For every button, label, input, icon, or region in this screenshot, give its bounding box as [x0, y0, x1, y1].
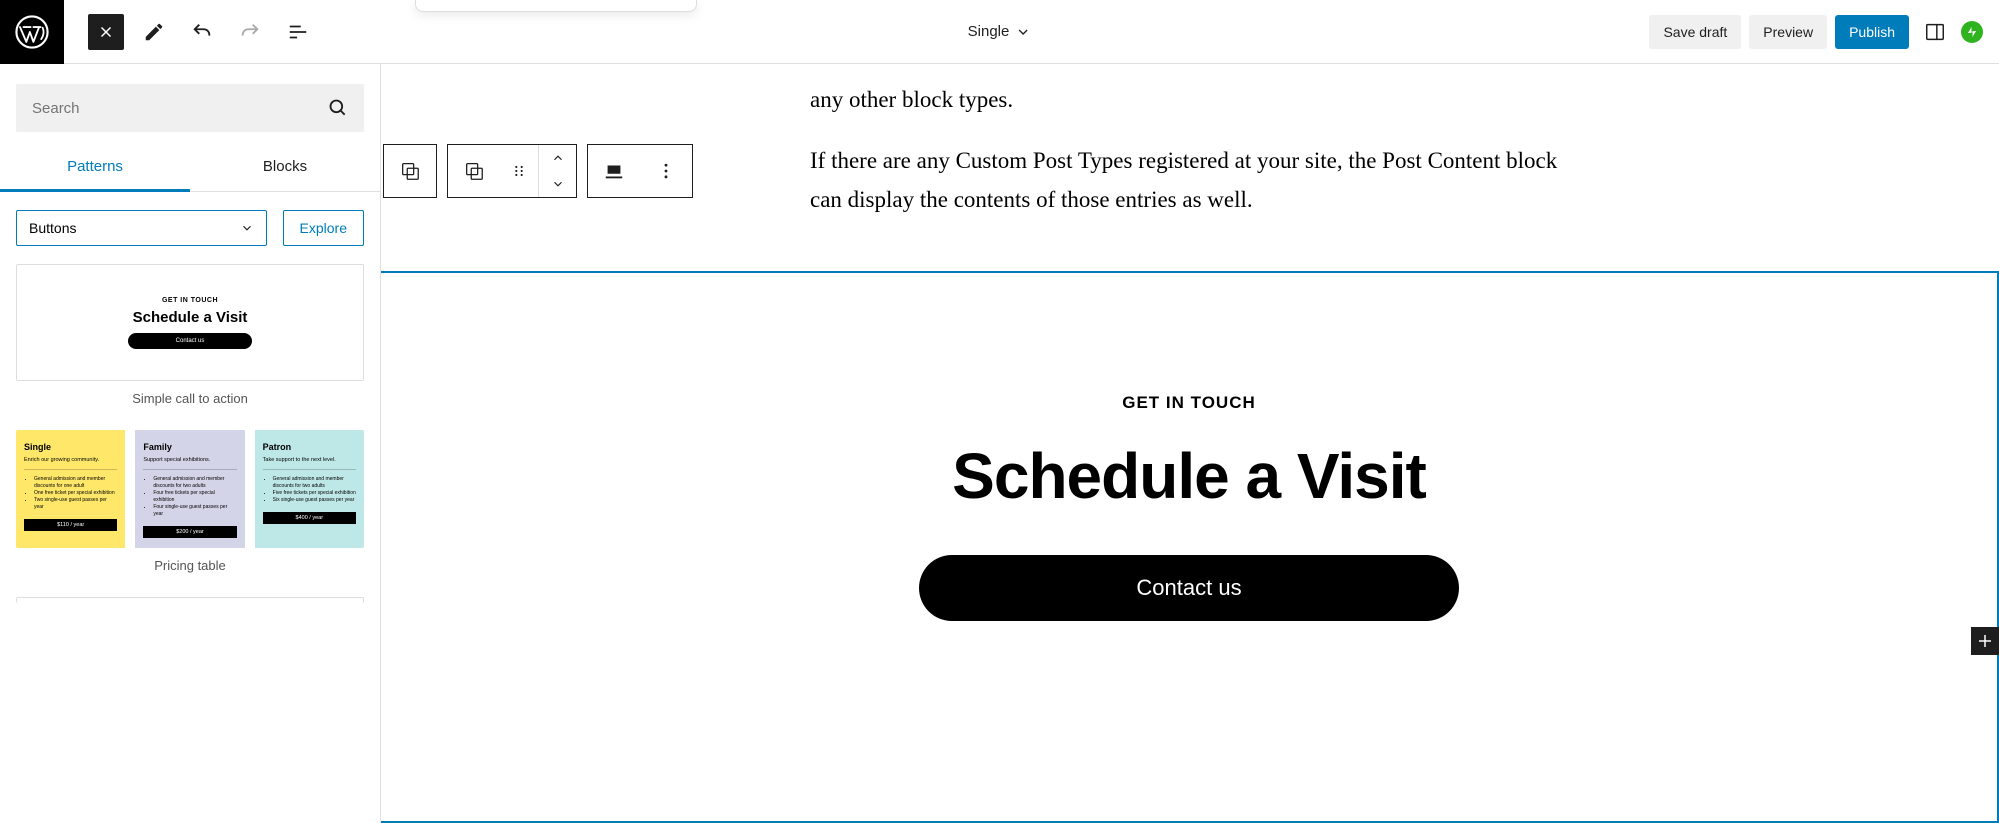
align-button[interactable]	[588, 145, 640, 197]
editor-canvas[interactable]: any other block types. If there are any …	[381, 64, 1999, 823]
toolbar-left	[64, 14, 340, 50]
explore-patterns-button[interactable]: Explore	[283, 210, 364, 246]
feature: General admission and member discounts f…	[273, 476, 356, 490]
selected-group-block[interactable]: GET IN TOUCH Schedule a Visit Contact us	[381, 271, 1999, 823]
preview-button[interactable]: Preview	[1749, 15, 1827, 49]
col-sub: Support special exhibitions.	[143, 457, 236, 463]
publish-button[interactable]: Publish	[1835, 15, 1909, 49]
tab-blocks[interactable]: Blocks	[190, 144, 380, 191]
feature: General admission and member discounts f…	[34, 476, 117, 490]
col-features: General admission and member discounts f…	[24, 476, 117, 511]
jetpack-icon[interactable]	[1961, 21, 1983, 43]
col-price: $200 / year	[143, 526, 236, 538]
drag-handle[interactable]	[500, 145, 538, 197]
add-block-button[interactable]	[1971, 627, 1999, 655]
wordpress-logo[interactable]	[0, 0, 64, 64]
pattern-item-partial[interactable]	[16, 597, 364, 603]
toolbar-right: Save draft Preview Publish	[1649, 14, 1999, 50]
pattern-category-select[interactable]: Buttons	[16, 210, 267, 246]
pattern-item-label: Pricing table	[16, 558, 364, 573]
feature: Six single-use guest passes per year	[273, 497, 356, 504]
pattern-item-pricing-table[interactable]: Single Enrich our growing community. Gen…	[16, 430, 364, 548]
col-features: General admission and member discounts f…	[143, 476, 236, 518]
paragraph[interactable]: any other block types.	[810, 80, 1570, 119]
col-title: Family	[143, 442, 236, 452]
move-down-button[interactable]	[539, 171, 576, 197]
preview-heading: Schedule a Visit	[133, 309, 248, 326]
pattern-item-label: Simple call to action	[16, 391, 364, 406]
col-title: Patron	[263, 442, 356, 452]
inserter-sidebar: Patterns Blocks Buttons Explore GET IN T…	[0, 64, 381, 823]
block-options-button[interactable]	[640, 145, 692, 197]
cta-button[interactable]: Contact us	[919, 555, 1459, 621]
block-toolbar	[383, 144, 703, 198]
save-draft-button[interactable]: Save draft	[1649, 15, 1741, 49]
inserter-tabs: Patterns Blocks	[0, 144, 380, 192]
search-input[interactable]	[32, 100, 328, 117]
pattern-item-simple-cta[interactable]: GET IN TOUCH Schedule a Visit Contact us	[16, 264, 364, 381]
col-price: $110 / year	[24, 519, 117, 531]
pattern-preview: GET IN TOUCH Schedule a Visit Contact us	[17, 265, 363, 380]
cta-heading[interactable]: Schedule a Visit	[952, 439, 1426, 513]
paragraph[interactable]: If there are any Custom Post Types regis…	[810, 141, 1570, 219]
chevron-down-icon	[240, 221, 254, 235]
template-title-label: Single	[968, 23, 1010, 40]
tab-patterns[interactable]: Patterns	[0, 144, 190, 192]
feature: Four free tickets per special exhibition	[153, 490, 236, 504]
close-inserter-button[interactable]	[88, 14, 124, 50]
post-content[interactable]: any other block types. If there are any …	[730, 64, 1650, 271]
edit-tool-icon[interactable]	[136, 14, 172, 50]
search-box[interactable]	[16, 84, 364, 132]
redo-button[interactable]	[232, 14, 268, 50]
patterns-list: GET IN TOUCH Schedule a Visit Contact us…	[0, 264, 380, 613]
block-movers	[538, 145, 576, 197]
pricing-col: Family Support special exhibitions. Gene…	[135, 430, 244, 548]
parent-block-button[interactable]	[384, 145, 436, 197]
col-features: General admission and member discounts f…	[263, 476, 356, 504]
chevron-down-icon	[1015, 24, 1031, 40]
pattern-category-selected: Buttons	[29, 220, 76, 236]
feature: Four single-use guest passes per year	[153, 504, 236, 518]
feature: Two single-use guest passes per year	[34, 497, 117, 511]
preview-overline: GET IN TOUCH	[162, 297, 218, 304]
undo-button[interactable]	[184, 14, 220, 50]
cta-overline[interactable]: GET IN TOUCH	[1122, 393, 1256, 413]
feature: One free ticket per special exhibition	[34, 490, 117, 497]
command-palette-stub[interactable]	[415, 0, 697, 12]
col-sub: Take support to the next level.	[263, 457, 356, 463]
col-price: $400 / year	[263, 512, 356, 524]
feature: Five free tickets per special exhibition	[273, 490, 356, 497]
pricing-col: Single Enrich our growing community. Gen…	[16, 430, 125, 548]
pattern-preview: Single Enrich our growing community. Gen…	[16, 430, 364, 548]
document-overview-button[interactable]	[280, 14, 316, 50]
feature: General admission and member discounts f…	[153, 476, 236, 490]
settings-sidebar-toggle[interactable]	[1917, 14, 1953, 50]
block-type-button[interactable]	[448, 145, 500, 197]
col-title: Single	[24, 442, 117, 452]
pattern-filter-row: Buttons Explore	[0, 192, 380, 264]
preview-button: Contact us	[128, 333, 253, 349]
col-sub: Enrich our growing community.	[24, 457, 117, 463]
top-toolbar: Single Save draft Preview Publish	[0, 0, 1999, 64]
template-title[interactable]: Single	[968, 23, 1032, 40]
pricing-col: Patron Take support to the next level. G…	[255, 430, 364, 548]
search-icon	[328, 98, 348, 118]
move-up-button[interactable]	[539, 145, 576, 171]
